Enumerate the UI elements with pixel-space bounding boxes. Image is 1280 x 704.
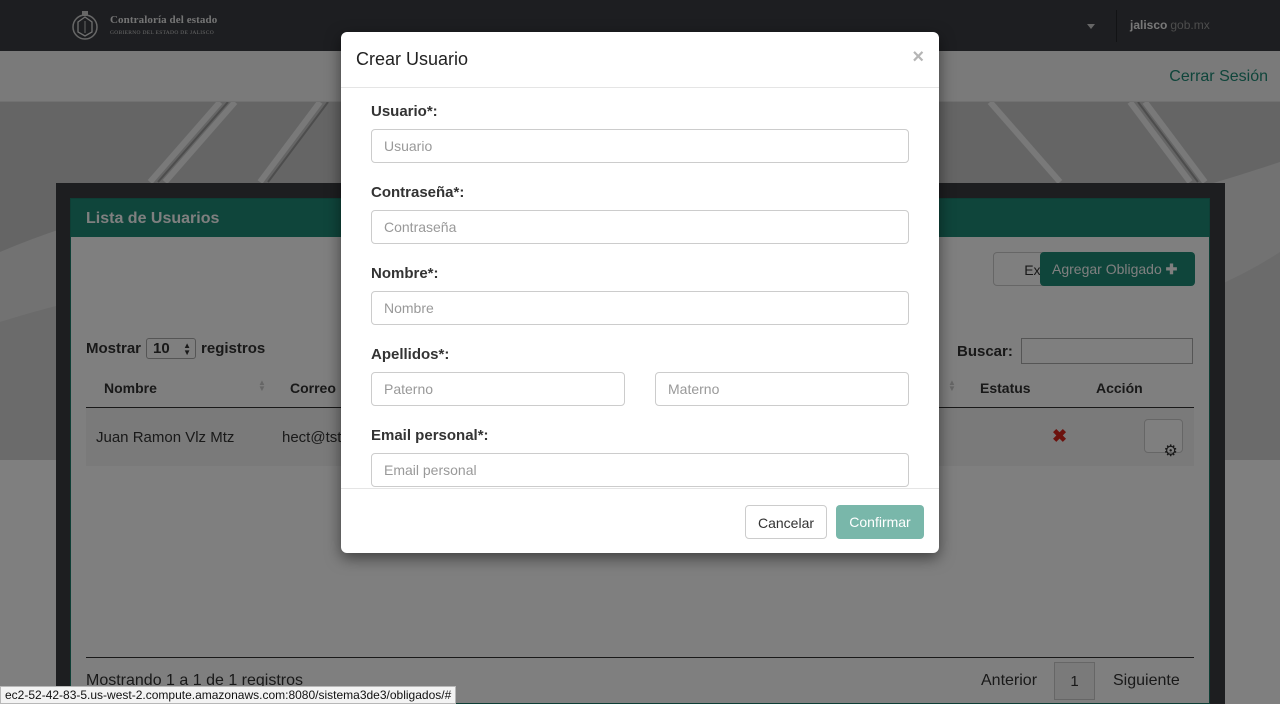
browser-status-url: ec2-52-42-83-5.us-west-2.compute.amazona…: [0, 686, 457, 704]
cancel-button[interactable]: Cancelar: [745, 505, 827, 539]
modal-footer: Cancelar Confirmar: [341, 488, 939, 553]
confirm-button[interactable]: Confirmar: [836, 505, 924, 539]
create-user-modal: Crear Usuario × Usuario*: Usuario Contra…: [341, 32, 939, 553]
apellidos-label: Apellidos*:: [371, 346, 450, 363]
usuario-input[interactable]: Usuario: [371, 129, 909, 163]
email-field[interactable]: Email personal: [371, 453, 909, 487]
apellido-materno-input[interactable]: Materno: [655, 372, 909, 406]
usuario-label: Usuario*:: [371, 103, 438, 120]
email-label: Email personal*:: [371, 427, 489, 444]
nombre-label: Nombre*:: [371, 265, 439, 282]
close-icon[interactable]: ×: [912, 46, 924, 69]
contrasena-input[interactable]: Contraseña: [371, 210, 909, 244]
modal-body[interactable]: Usuario*: Usuario Contraseña*: Contraseñ…: [341, 88, 939, 488]
modal-title: Crear Usuario: [356, 49, 469, 69]
contrasena-label: Contraseña*:: [371, 184, 465, 201]
nombre-input[interactable]: Nombre: [371, 291, 909, 325]
apellido-paterno-input[interactable]: Paterno: [371, 372, 625, 406]
modal-header: Crear Usuario ×: [341, 32, 939, 88]
